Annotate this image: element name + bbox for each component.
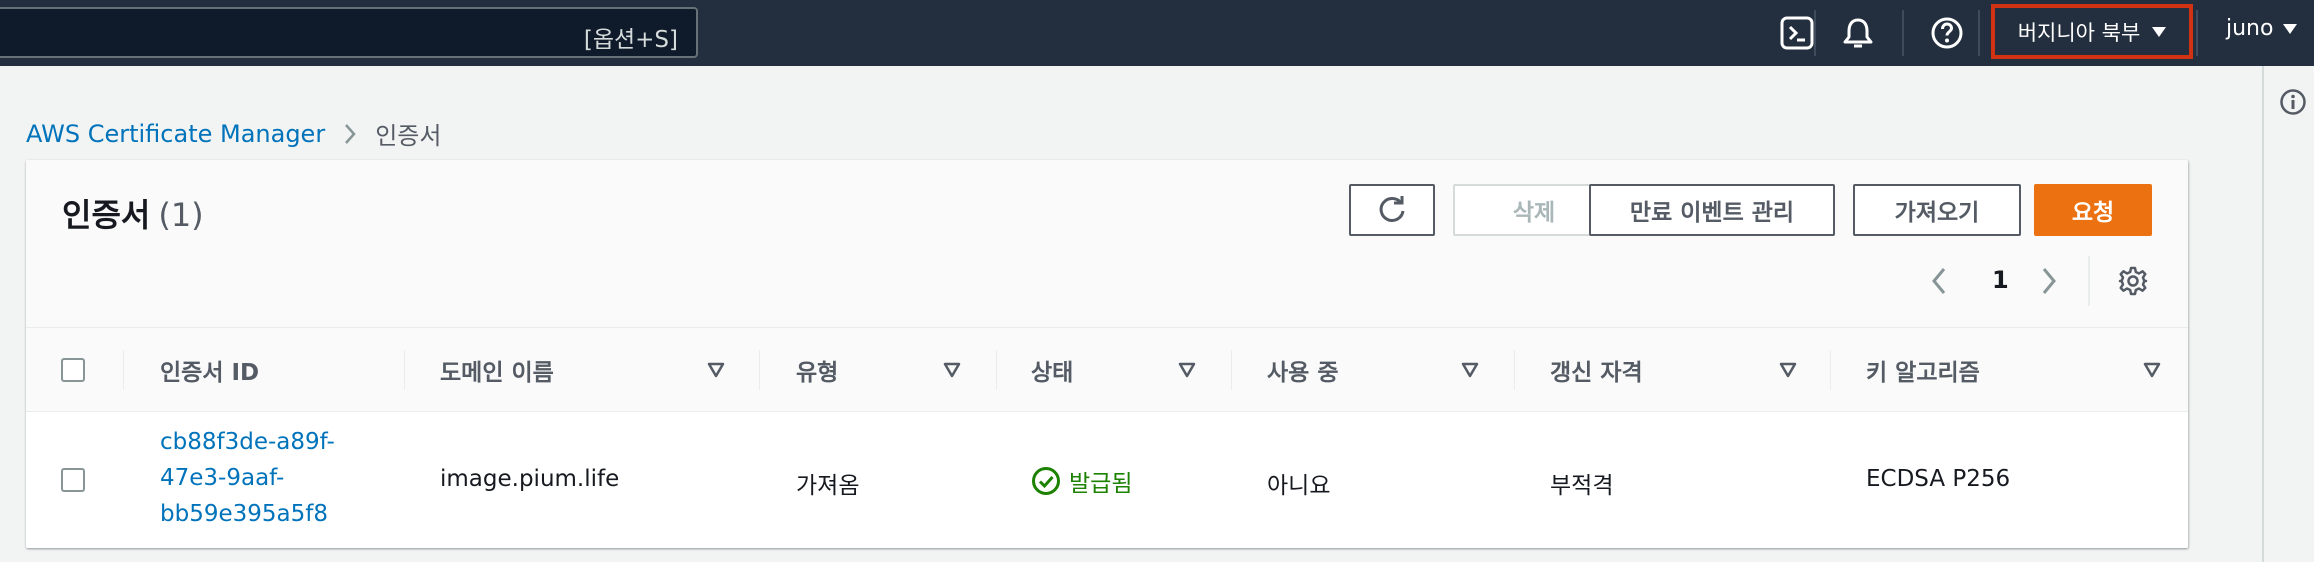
import-button[interactable]: 가져오기 xyxy=(1853,184,2021,236)
nav-divider xyxy=(1902,10,1904,56)
column-divider xyxy=(759,350,760,390)
column-divider xyxy=(1830,350,1831,390)
top-navigation: [옵션+S] 버지니아 북부 juno xyxy=(0,0,2314,66)
column-divider xyxy=(123,350,124,390)
row-checkbox[interactable] xyxy=(61,468,85,492)
right-rail-divider xyxy=(2262,66,2264,562)
sort-icon[interactable] xyxy=(943,362,961,378)
panel-header: 인증서 (1) 삭제 만료 이벤트 관리 가져오기 요청 1 xyxy=(26,160,2188,328)
breadcrumb-current: 인증서 xyxy=(375,122,442,150)
chevron-right-icon xyxy=(345,123,356,144)
region-label: 버지니아 북부 xyxy=(2017,20,2141,45)
column-divider xyxy=(1231,350,1232,390)
pagination-prev-icon[interactable] xyxy=(1930,266,1948,296)
nav-divider xyxy=(2196,10,2198,56)
nav-divider xyxy=(1978,10,1980,56)
table-header: 인증서 ID 도메인 이름 유형 상태 사용 중 갱신 자격 키 알고리즘 xyxy=(26,328,2188,412)
cloudshell-icon[interactable] xyxy=(1778,14,1816,52)
nav-divider xyxy=(1814,10,1816,56)
column-header-domain[interactable]: 도메인 이름 xyxy=(440,328,554,412)
select-all-checkbox[interactable] xyxy=(61,358,85,382)
panel-title-text: 인증서 xyxy=(62,196,151,234)
column-divider xyxy=(1514,350,1515,390)
column-header-renewal[interactable]: 갱신 자격 xyxy=(1550,328,1643,412)
panel-title: 인증서 (1) xyxy=(62,190,204,236)
search-input[interactable]: [옵션+S] xyxy=(0,7,698,58)
status-label: 발급됨 xyxy=(1069,471,1133,497)
in-use-cell: 아니요 xyxy=(1267,473,1331,499)
user-label: juno xyxy=(2226,16,2274,41)
pagination-current-page[interactable]: 1 xyxy=(1992,266,2009,294)
pagination-next-icon[interactable] xyxy=(2040,266,2058,296)
renewal-eligibility-cell: 부적격 xyxy=(1550,473,1614,499)
certificate-id-line: bb59e395a5f8 xyxy=(160,501,328,527)
sort-icon[interactable] xyxy=(1461,362,1479,378)
key-algorithm-cell: ECDSA P256 xyxy=(1866,466,2011,492)
column-divider xyxy=(404,350,405,390)
certificate-id-line: cb88f3de-a89f- xyxy=(160,429,335,455)
caret-down-icon xyxy=(2283,23,2298,34)
sort-icon[interactable] xyxy=(2143,362,2161,378)
status-cell: 발급됨 xyxy=(1031,464,1132,498)
refresh-icon xyxy=(1379,196,1405,222)
user-menu[interactable]: juno xyxy=(2226,16,2298,41)
type-cell: 가져옴 xyxy=(796,473,860,499)
table-row: cb88f3de-a89f- 47e3-9aaf- bb59e395a5f8 i… xyxy=(26,412,2188,548)
search-shortcut-hint: [옵션+S] xyxy=(583,27,678,53)
column-header-type[interactable]: 유형 xyxy=(796,328,838,412)
certificate-id-link[interactable]: cb88f3de-a89f- 47e3-9aaf- bb59e395a5f8 xyxy=(160,424,380,532)
column-header-key-algorithm[interactable]: 키 알고리즘 xyxy=(1866,328,1980,412)
info-icon[interactable] xyxy=(2279,88,2307,116)
panel-count: (1) xyxy=(158,196,204,234)
refresh-button[interactable] xyxy=(1349,184,1435,236)
column-divider xyxy=(996,350,997,390)
certificate-id-line: 47e3-9aaf- xyxy=(160,465,285,491)
bell-icon[interactable] xyxy=(1839,14,1877,52)
sort-icon[interactable] xyxy=(1178,362,1196,378)
breadcrumb-link-acm[interactable]: AWS Certificate Manager xyxy=(26,120,325,148)
request-button[interactable]: 요청 xyxy=(2034,184,2152,236)
domain-name-cell: image.pium.life xyxy=(440,466,620,492)
breadcrumb: AWS Certificate Manager 인증서 xyxy=(26,116,441,151)
column-header-cert-id[interactable]: 인증서 ID xyxy=(160,328,259,412)
help-icon[interactable] xyxy=(1928,14,1966,52)
pagination-divider xyxy=(2088,256,2090,306)
certificates-panel: 인증서 (1) 삭제 만료 이벤트 관리 가져오기 요청 1 인증서 ID 도메… xyxy=(26,160,2188,548)
column-header-status[interactable]: 상태 xyxy=(1031,328,1073,412)
region-selector[interactable]: 버지니아 북부 xyxy=(1991,4,2193,59)
gear-icon[interactable] xyxy=(2118,266,2148,296)
manage-expiry-events-button[interactable]: 만료 이벤트 관리 xyxy=(1589,184,1835,236)
caret-down-icon xyxy=(2152,26,2167,37)
column-header-in-use[interactable]: 사용 중 xyxy=(1267,328,1339,412)
sort-icon[interactable] xyxy=(707,362,725,378)
success-check-icon xyxy=(1032,467,1060,495)
sort-icon[interactable] xyxy=(1779,362,1797,378)
